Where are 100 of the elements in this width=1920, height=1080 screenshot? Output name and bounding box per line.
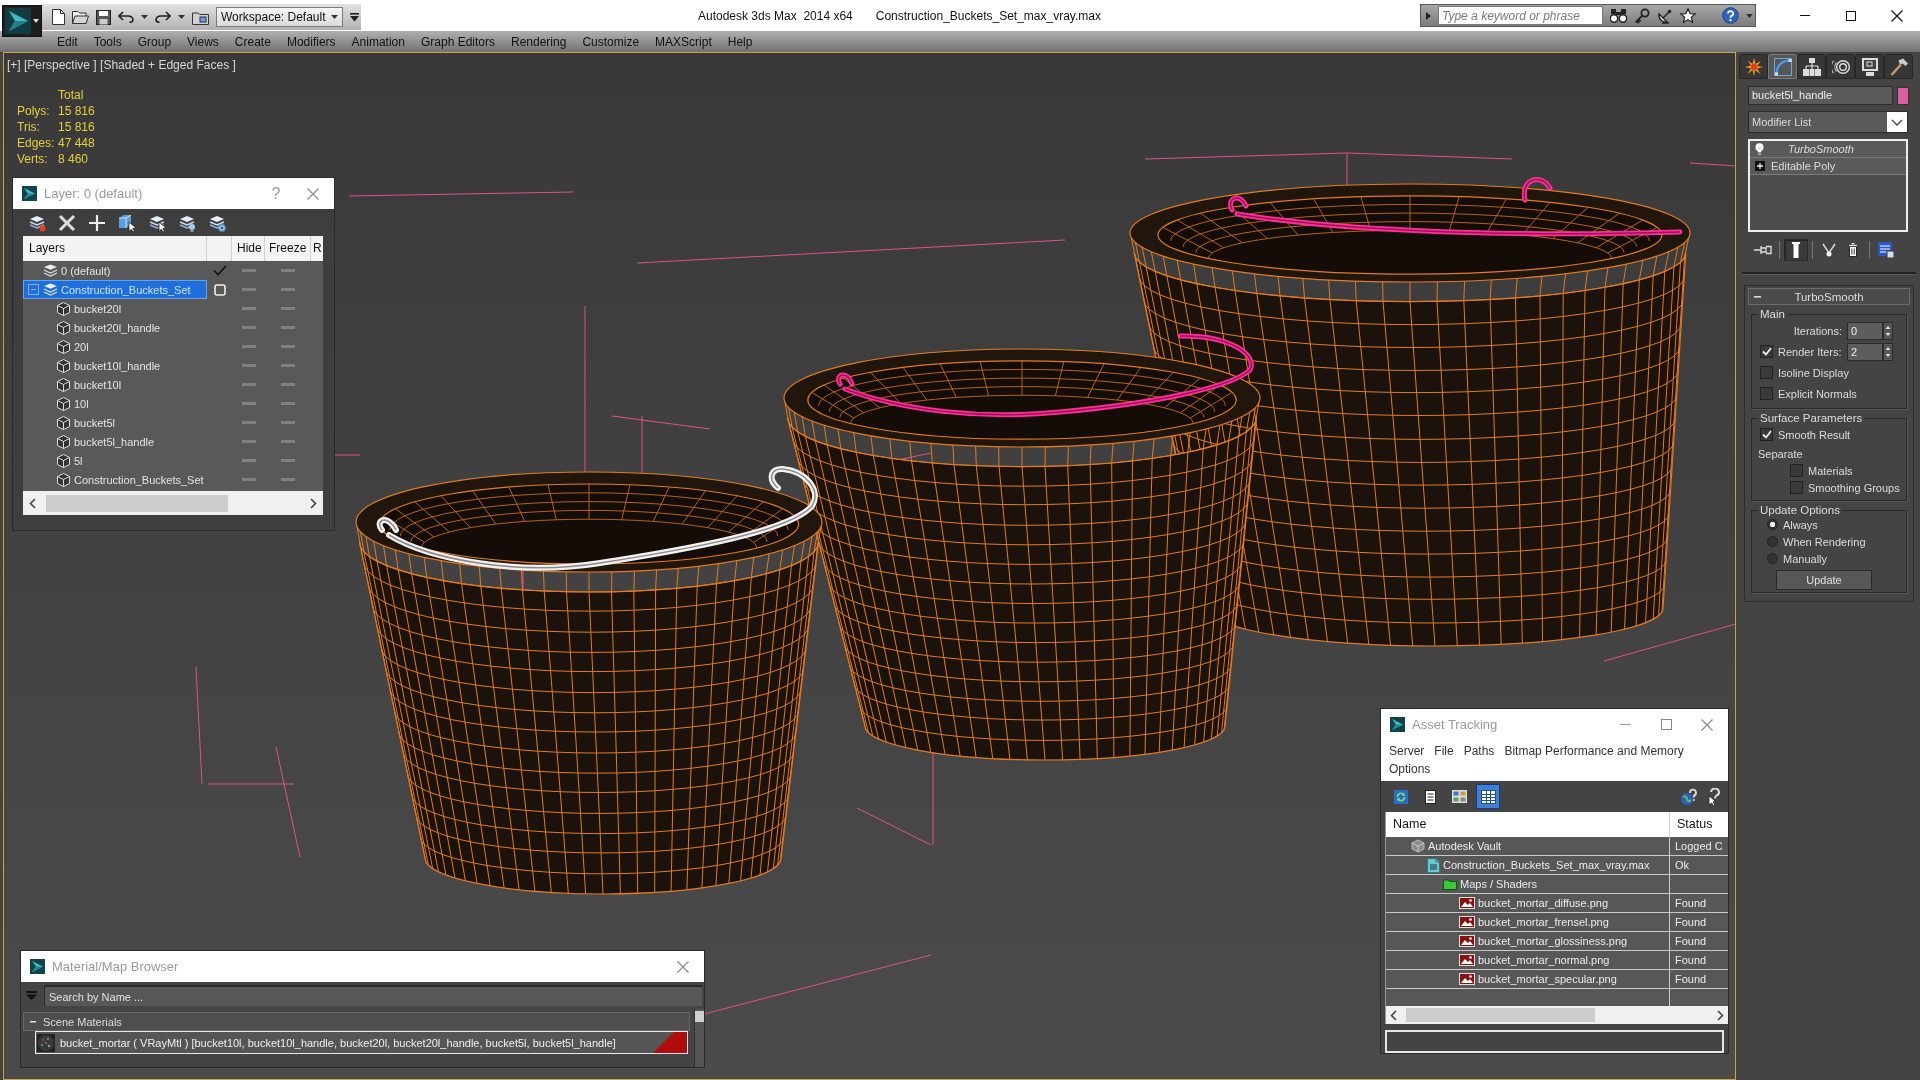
rollout-header[interactable]: TurboSmooth bbox=[1748, 288, 1910, 305]
checkbox[interactable] bbox=[1760, 366, 1773, 379]
asset-name[interactable]: Construction_Buckets_Set_max_vray.max bbox=[1443, 859, 1650, 871]
menu-item[interactable]: Create bbox=[226, 31, 279, 52]
object-name-field[interactable]: bucket5l_handle bbox=[1748, 86, 1893, 105]
dropdown-icon[interactable] bbox=[350, 12, 359, 22]
menu-item[interactable]: Customize bbox=[574, 31, 648, 52]
scroll-right-icon[interactable] bbox=[310, 497, 317, 509]
modifier-list-dropdown[interactable]: Modifier List bbox=[1748, 111, 1908, 133]
cube-cursor-icon[interactable] bbox=[118, 213, 136, 232]
menu-item[interactable]: Rendering bbox=[503, 31, 575, 52]
spinner-field[interactable]: 0 bbox=[1847, 321, 1883, 340]
checkbox[interactable] bbox=[1760, 345, 1773, 358]
scroll-right-icon[interactable] bbox=[1717, 1009, 1724, 1021]
menu-item[interactable]: Options bbox=[1384, 760, 1436, 778]
panel-tab[interactable] bbox=[1855, 54, 1884, 79]
asset-name[interactable]: bucket_mortar_diffuse.png bbox=[1478, 897, 1609, 909]
object-name[interactable]: 20l bbox=[74, 340, 89, 353]
update-button[interactable]: Update bbox=[1776, 570, 1872, 590]
caret-icon[interactable] bbox=[141, 15, 148, 19]
application-button[interactable] bbox=[2, 5, 42, 37]
menu-item[interactable]: MAXScript bbox=[647, 31, 720, 52]
menu-item[interactable]: Group bbox=[129, 31, 180, 52]
object-name[interactable]: bucket10l bbox=[74, 378, 122, 391]
menu-item[interactable]: Paths bbox=[1458, 742, 1500, 760]
open-folder-icon[interactable] bbox=[72, 10, 89, 24]
horizontal-scrollbar[interactable] bbox=[23, 491, 323, 515]
viewport-label[interactable]: [+] [Perspective ] [Shaded + Edged Faces ] bbox=[7, 58, 236, 72]
menu-item[interactable]: Animation bbox=[343, 31, 413, 52]
spinner-arrows-icon[interactable] bbox=[1883, 342, 1893, 361]
key-icon[interactable] bbox=[1634, 7, 1650, 24]
spinner-field[interactable]: 2 bbox=[1847, 342, 1883, 361]
expand-icon[interactable] bbox=[1755, 161, 1765, 171]
expand-triangle-icon[interactable] bbox=[1426, 11, 1431, 20]
menu-item[interactable]: Help bbox=[719, 31, 761, 52]
delete-icon[interactable] bbox=[58, 213, 76, 232]
object-name[interactable]: bucket20l_handle bbox=[74, 321, 161, 334]
caret-icon[interactable] bbox=[1746, 13, 1753, 18]
asset-name[interactable]: Autodesk Vault bbox=[1428, 840, 1502, 852]
stack-tool-button[interactable] bbox=[1784, 239, 1808, 261]
layers-cursor-icon[interactable] bbox=[148, 213, 166, 232]
search-field[interactable]: Type a keyword or phrase bbox=[1438, 6, 1603, 25]
menu-item[interactable]: Tools bbox=[85, 31, 130, 52]
layer-row[interactable]: Construction_Buckets_Set bbox=[23, 280, 207, 299]
column-header[interactable]: Hide bbox=[232, 236, 265, 261]
scroll-left-icon[interactable] bbox=[1390, 1009, 1397, 1021]
object-name[interactable]: bucket10l_handle bbox=[74, 359, 161, 372]
star-icon[interactable] bbox=[1680, 8, 1696, 23]
workspace-dropdown[interactable]: Workspace: Default bbox=[216, 7, 343, 27]
asset-name[interactable]: bucket_mortar_frensel.png bbox=[1478, 916, 1609, 928]
add-icon[interactable] bbox=[88, 213, 106, 232]
panel-tab[interactable] bbox=[1739, 54, 1768, 79]
menu-item[interactable]: File bbox=[1429, 742, 1459, 760]
object-name[interactable]: bucket20l bbox=[74, 302, 122, 315]
help-pointer-icon[interactable] bbox=[1706, 787, 1722, 806]
horizontal-scrollbar[interactable] bbox=[1386, 1006, 1728, 1024]
menu-item[interactable]: Bitmap Performance and Memory bbox=[1499, 742, 1689, 760]
panel-tab[interactable] bbox=[1884, 54, 1913, 79]
column-header[interactable]: Layers bbox=[23, 236, 207, 261]
radio-button[interactable] bbox=[1767, 536, 1778, 547]
modifier-item[interactable]: Editable Poly bbox=[1750, 158, 1906, 175]
panel-tab[interactable] bbox=[1797, 54, 1826, 79]
object-name[interactable]: 5l bbox=[74, 454, 83, 467]
menu-item[interactable]: Graph Editors bbox=[412, 31, 503, 52]
checkbox[interactable] bbox=[1760, 387, 1773, 400]
scrollbar-thumb[interactable] bbox=[46, 494, 228, 512]
spinner-arrows-icon[interactable] bbox=[1883, 321, 1893, 340]
binoculars-icon[interactable] bbox=[1610, 8, 1627, 23]
globe-help-icon[interactable] bbox=[1680, 787, 1698, 806]
object-name[interactable]: bucket5l bbox=[74, 416, 115, 429]
asset-name[interactable]: bucket_mortar_specular.png bbox=[1478, 973, 1617, 985]
viewport[interactable] bbox=[3, 52, 1736, 1080]
checkbox[interactable] bbox=[1790, 464, 1803, 477]
asset-name[interactable]: bucket_mortar_normal.png bbox=[1478, 954, 1610, 966]
asset-name[interactable]: Maps / Shaders bbox=[1460, 878, 1538, 890]
search-field[interactable]: Search by Name ... bbox=[44, 985, 702, 1006]
path-field[interactable] bbox=[1385, 1030, 1724, 1053]
check-icon[interactable] bbox=[212, 265, 227, 276]
radio-button[interactable] bbox=[1767, 553, 1778, 564]
view-toggle-button[interactable] bbox=[1476, 784, 1500, 809]
scrollbar-thumb[interactable] bbox=[695, 1011, 704, 1022]
project-folder-icon[interactable] bbox=[192, 9, 209, 25]
help-icon[interactable] bbox=[1722, 7, 1739, 24]
panel-tab[interactable] bbox=[1826, 54, 1855, 79]
menu-item[interactable]: Edit bbox=[49, 31, 86, 52]
menu-item[interactable]: Views bbox=[179, 31, 227, 52]
scroll-left-icon[interactable] bbox=[29, 497, 36, 509]
vertical-scrollbar[interactable] bbox=[694, 1009, 704, 1067]
save-icon[interactable] bbox=[96, 9, 111, 25]
checkbox[interactable] bbox=[1760, 428, 1773, 441]
checkbox[interactable] bbox=[1790, 481, 1803, 494]
redo-icon[interactable] bbox=[155, 11, 171, 23]
column-header[interactable]: Name bbox=[1386, 812, 1670, 837]
menu-item[interactable]: Server bbox=[1384, 742, 1430, 760]
column-header[interactable]: Status bbox=[1670, 812, 1713, 837]
layers-gear-icon[interactable] bbox=[208, 213, 226, 232]
light-bulb-icon[interactable] bbox=[1755, 143, 1764, 155]
layer-row[interactable]: 0 (default) bbox=[23, 261, 207, 280]
layers-star-icon[interactable] bbox=[28, 213, 46, 232]
object-name[interactable]: Construction_Buckets_Set bbox=[74, 473, 204, 486]
